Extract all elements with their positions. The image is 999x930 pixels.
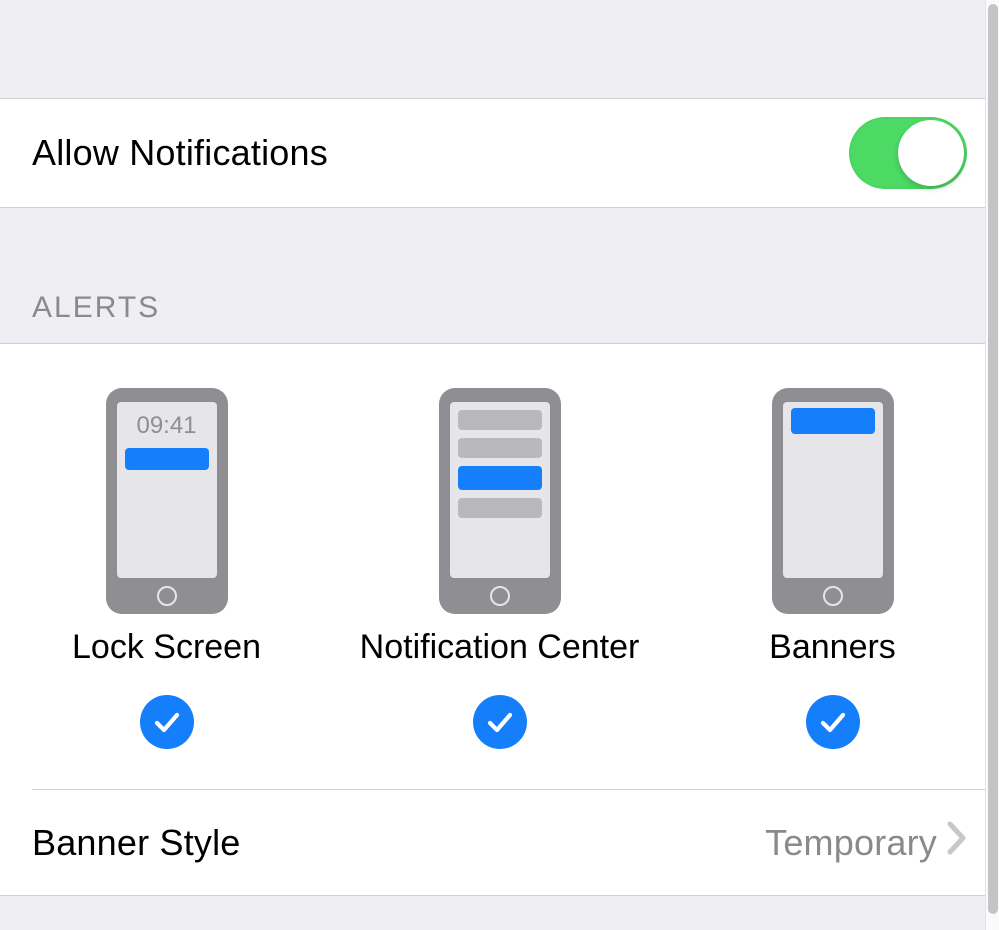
- alert-check-lock-screen[interactable]: [140, 695, 194, 749]
- allow-notifications-label: Allow Notifications: [32, 132, 328, 174]
- banner-style-value: Temporary: [765, 822, 937, 864]
- scrollbar-thumb[interactable]: [988, 4, 998, 914]
- alert-label-lock-screen: Lock Screen: [72, 628, 261, 667]
- banners-icon: [772, 388, 894, 614]
- nc-bar-2: [458, 438, 542, 458]
- alerts-header-text: ALERTS: [32, 291, 160, 325]
- alert-option-banners[interactable]: Banners: [666, 388, 999, 749]
- alert-options: 09:41 Lock Screen: [0, 344, 999, 789]
- chevron-right-icon: [947, 821, 967, 864]
- alert-label-banners: Banners: [769, 628, 896, 667]
- notification-center-icon: [439, 388, 561, 614]
- alerts-block: 09:41 Lock Screen: [0, 343, 999, 896]
- allow-notifications-row[interactable]: Allow Notifications: [0, 98, 999, 208]
- banner-style-label: Banner Style: [32, 822, 241, 864]
- alert-option-notification-center[interactable]: Notification Center: [333, 388, 666, 749]
- notifications-settings-screen: Allow Notifications ALERTS 09:41 Lock Sc…: [0, 0, 999, 930]
- nc-bar-highlight: [458, 466, 542, 490]
- home-button-icon: [490, 586, 510, 606]
- checkmark-icon: [473, 695, 527, 749]
- home-button-icon: [823, 586, 843, 606]
- allow-notifications-toggle[interactable]: [849, 117, 967, 189]
- banner-style-value-group: Temporary: [765, 821, 967, 864]
- home-button-icon: [157, 586, 177, 606]
- checkmark-icon: [140, 695, 194, 749]
- toggle-knob: [898, 120, 964, 186]
- nc-bar-1: [458, 410, 542, 430]
- alert-check-banners[interactable]: [806, 695, 860, 749]
- lock-screen-time: 09:41: [136, 412, 196, 440]
- alerts-section-header: ALERTS: [0, 208, 999, 343]
- lock-screen-icon: 09:41: [106, 388, 228, 614]
- scrollbar[interactable]: [985, 0, 999, 930]
- alert-option-lock-screen[interactable]: 09:41 Lock Screen: [0, 388, 333, 749]
- top-spacer: [0, 0, 999, 98]
- alert-label-notification-center: Notification Center: [360, 628, 640, 667]
- banner-bar: [791, 408, 875, 434]
- banner-style-row[interactable]: Banner Style Temporary: [0, 790, 999, 896]
- nc-bar-3: [458, 498, 542, 518]
- alert-check-notification-center[interactable]: [473, 695, 527, 749]
- lock-screen-notification-bar: [125, 448, 209, 470]
- checkmark-icon: [806, 695, 860, 749]
